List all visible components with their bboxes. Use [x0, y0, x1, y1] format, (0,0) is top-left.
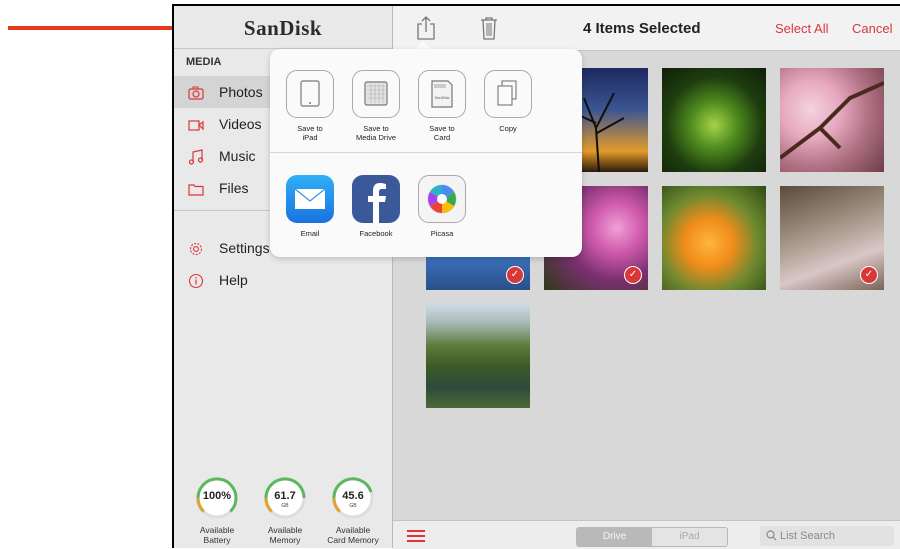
selection-title: 4 Items Selected	[583, 20, 701, 37]
checkmark-icon: ✓	[506, 266, 524, 284]
photo-thumbnail[interactable]: ✓	[780, 186, 884, 290]
sidebar-item-label: Files	[219, 180, 249, 196]
gauge-unit: GB	[349, 503, 357, 509]
sd-card-icon: SanDisk	[418, 70, 466, 118]
sidebar-item-label: Photos	[219, 84, 263, 100]
cancel-button[interactable]: Cancel	[852, 21, 892, 36]
sidebar-item-label: Help	[219, 272, 248, 288]
gauge-value: 61.7	[274, 490, 296, 502]
search-icon	[766, 530, 777, 541]
camera-icon	[188, 85, 204, 100]
segment-ipad[interactable]: iPad	[652, 528, 727, 546]
menu-icon[interactable]	[407, 530, 425, 542]
checkmark-icon: ✓	[624, 266, 642, 284]
photo-thumbnail[interactable]	[426, 304, 530, 408]
photo-thumbnail[interactable]	[780, 68, 884, 172]
gauge-label: Available Battery	[199, 525, 235, 545]
media-drive-icon	[352, 70, 400, 118]
save-to-media-drive-action[interactable]: Save to Media Drive	[345, 70, 407, 142]
copy-action[interactable]: Copy	[477, 70, 539, 133]
photo-thumbnail[interactable]	[662, 186, 766, 290]
picasa-share-option[interactable]: Picasa	[411, 175, 473, 238]
segment-drive[interactable]: Drive	[577, 528, 652, 546]
share-popover: Save to iPad Save to Media Drive SanDisk S…	[270, 49, 582, 257]
gauge-unit: GB	[281, 503, 289, 509]
sandisk-logo: SanDisk	[243, 16, 323, 40]
save-to-card-action[interactable]: SanDisk Save to Card	[411, 70, 473, 142]
sidebar-item-label: Settings	[219, 240, 270, 256]
music-icon	[188, 149, 204, 165]
sidebar-item-label: Videos	[219, 116, 262, 132]
share-button[interactable]	[415, 15, 437, 41]
memory-gauge: 61.7 GB	[263, 476, 307, 520]
facebook-share-option[interactable]: Facebook	[345, 175, 407, 238]
photo-thumbnail[interactable]	[662, 68, 766, 172]
gauge-value: 45.6	[342, 490, 364, 502]
facebook-icon	[352, 175, 400, 223]
top-bar: 4 Items Selected Select All Cancel	[393, 6, 900, 51]
video-icon	[188, 117, 204, 131]
section-title-media: MEDIA	[186, 56, 222, 68]
gauge-label: Available Memory	[267, 525, 303, 545]
battery-gauge: 100%	[195, 476, 239, 520]
gauge-value: 100%	[202, 490, 232, 502]
picasa-icon	[418, 175, 466, 223]
gear-icon	[188, 241, 204, 256]
bottom-bar: Drive iPad List Search	[393, 520, 900, 549]
sidebar-item-help[interactable]: Help	[174, 264, 392, 296]
trash-button[interactable]	[478, 15, 500, 41]
info-icon	[188, 273, 204, 289]
source-segmented-control[interactable]: Drive iPad	[576, 527, 728, 547]
divider	[270, 152, 582, 153]
mail-icon	[286, 175, 334, 223]
share-icon	[417, 16, 435, 40]
ipad-icon	[286, 70, 334, 118]
gauge-label: Available Card Memory	[327, 525, 379, 545]
sidebar-item-label: Music	[219, 148, 256, 164]
search-placeholder: List Search	[780, 530, 836, 542]
list-search-field[interactable]: List Search	[760, 526, 894, 546]
checkmark-icon: ✓	[860, 266, 878, 284]
trash-icon	[481, 17, 497, 40]
select-all-button[interactable]: Select All	[775, 21, 828, 36]
folder-icon	[188, 181, 204, 196]
copy-icon	[484, 70, 532, 118]
save-to-ipad-action[interactable]: Save to iPad	[279, 70, 341, 142]
email-share-option[interactable]: Email	[279, 175, 341, 238]
card-memory-gauge: 45.6 GB	[331, 476, 375, 520]
